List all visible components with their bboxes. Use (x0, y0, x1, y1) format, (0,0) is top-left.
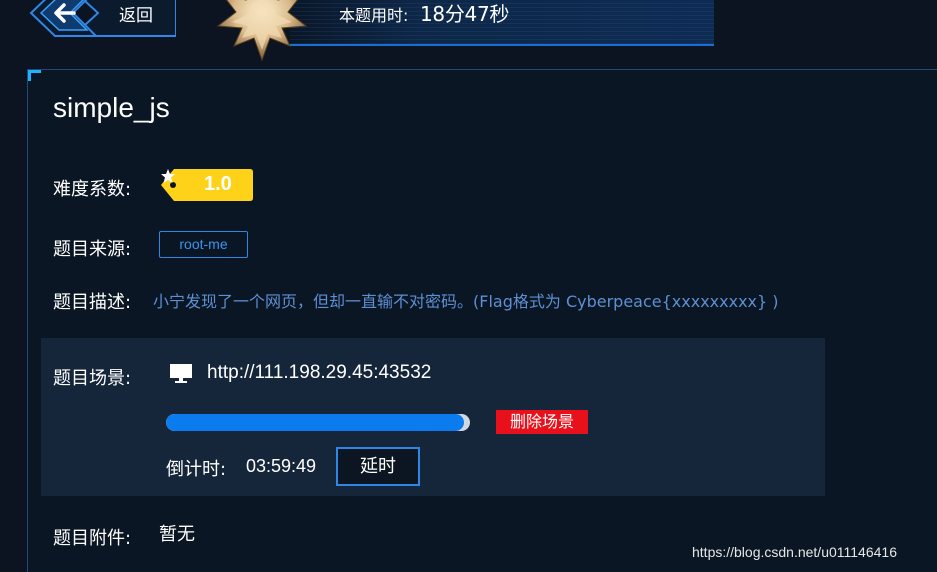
arrow-left-icon (54, 3, 76, 23)
challenge-page: 返回 本题用时: 18分47秒 simple_js 难度系数: 1.0 题目来源… (0, 0, 937, 572)
countdown-label: 倒计时: (166, 459, 227, 480)
scene-url-link[interactable]: http://111.198.29.45:43532 (207, 362, 431, 384)
delete-scene-button[interactable]: 删除场景 (496, 410, 588, 434)
difficulty-value: 1.0 (204, 173, 232, 195)
scene-progress-fill (166, 414, 464, 431)
panel-corner-decoration (28, 70, 41, 81)
source-label: 题目来源: (53, 239, 132, 260)
attachment-label: 题目附件: (53, 528, 132, 549)
difficulty-tag: 1.0 (160, 168, 254, 202)
difficulty-label: 难度系数: (53, 179, 132, 200)
scene-progress-bar (166, 414, 470, 431)
countdown-value: 03:59:49 (246, 456, 317, 476)
source-badge: root-me (159, 231, 248, 258)
description-text: 小宁发现了一个网页，但却一直输不对密码。(Flag格式为 Cyberpeace{… (153, 292, 779, 311)
scene-label: 题目场景: (53, 368, 132, 389)
attachment-value: 暂无 (159, 524, 195, 545)
medal-star-icon (212, 0, 312, 62)
timer-value: 18分47秒 (420, 2, 510, 26)
back-button[interactable]: 返回 (28, 0, 176, 38)
watermark: https://blog.csdn.net/u011146416 (692, 544, 897, 560)
description-label: 题目描述: (53, 292, 132, 313)
timer-banner: 本题用时: 18分47秒 (290, 0, 714, 46)
timer-label: 本题用时: (339, 6, 409, 25)
back-label: 返回 (119, 6, 153, 26)
monitor-icon (170, 364, 192, 383)
star-icon (161, 169, 175, 183)
challenge-panel (27, 69, 937, 572)
challenge-title: simple_js (53, 92, 170, 123)
extend-time-button[interactable]: 延时 (336, 447, 420, 486)
